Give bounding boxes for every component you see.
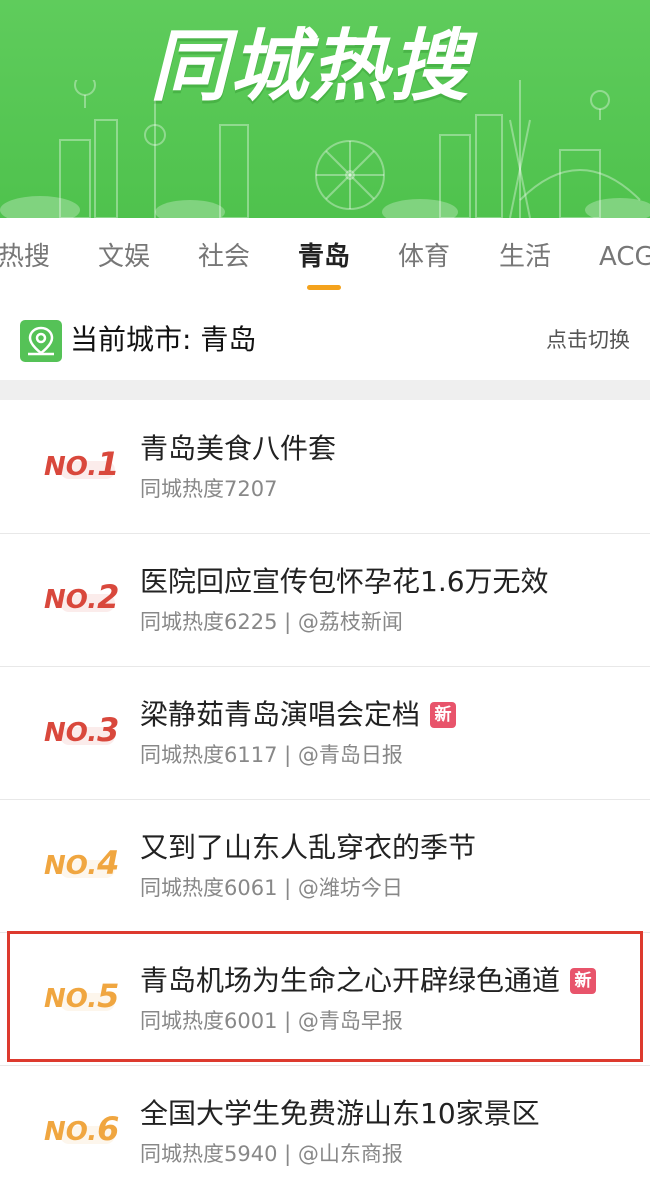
- item-title: 全国大学生免费游山东10家景区: [140, 1097, 540, 1130]
- list-item[interactable]: NO.2 医院回应宣传包怀孕花1.6万无效 同城热度6225 | @荔枝新闻: [0, 534, 650, 667]
- item-heat: 同城热度6225 | @荔枝新闻: [140, 610, 403, 634]
- item-title: 青岛美食八件套: [140, 432, 337, 465]
- tab-qingdao[interactable]: 青岛: [298, 242, 350, 272]
- tab-sports[interactable]: 体育: [398, 242, 450, 272]
- list-item[interactable]: NO.1 青岛美食八件套 同城热度7207: [0, 401, 650, 534]
- rank-label: NO.6: [44, 1110, 120, 1148]
- tab-acg[interactable]: ACG: [599, 242, 650, 272]
- item-title: 梁静茹青岛演唱会定档新: [140, 697, 457, 733]
- item-title: 又到了山东人乱穿衣的季节: [140, 831, 477, 864]
- location-pin-icon: [20, 320, 62, 362]
- highlight-box: [7, 931, 643, 1062]
- item-heat: 同城热度6117 | @青岛日报: [140, 743, 403, 767]
- item-heat: 同城热度5940 | @山东商报: [140, 1142, 403, 1166]
- tab-life[interactable]: 生活: [499, 242, 551, 272]
- item-title: 医院回应宣传包怀孕花1.6万无效: [140, 565, 549, 598]
- switch-city-button[interactable]: 点击切换: [546, 326, 630, 354]
- list-item[interactable]: NO.3 梁静茹青岛演唱会定档新 同城热度6117 | @青岛日报: [0, 667, 650, 800]
- new-badge: 新: [430, 702, 457, 728]
- section-divider: [0, 380, 650, 400]
- list-item[interactable]: NO.4 又到了山东人乱穿衣的季节 同城热度6061 | @潍坊今日: [0, 800, 650, 933]
- hot-search-banner: 同城热搜: [0, 0, 650, 218]
- rank-label: NO.1: [44, 445, 120, 483]
- list-item[interactable]: NO.6 全国大学生免费游山东10家景区 同城热度5940 | @山东商报: [0, 1066, 650, 1198]
- tab-society[interactable]: 社会: [198, 242, 250, 272]
- active-tab-indicator: [307, 285, 341, 290]
- tab-hot[interactable]: 热搜: [0, 242, 50, 272]
- rank-label: NO.4: [44, 844, 120, 882]
- item-heat: 同城热度7207: [140, 477, 278, 501]
- banner-title: 同城热搜: [150, 22, 471, 112]
- rank-label: NO.2: [44, 578, 120, 616]
- item-heat: 同城热度6061 | @潍坊今日: [140, 876, 403, 900]
- tab-entertainment[interactable]: 文娱: [98, 242, 150, 272]
- current-city-label: 当前城市: 青岛: [70, 323, 257, 356]
- rank-label: NO.3: [44, 711, 120, 749]
